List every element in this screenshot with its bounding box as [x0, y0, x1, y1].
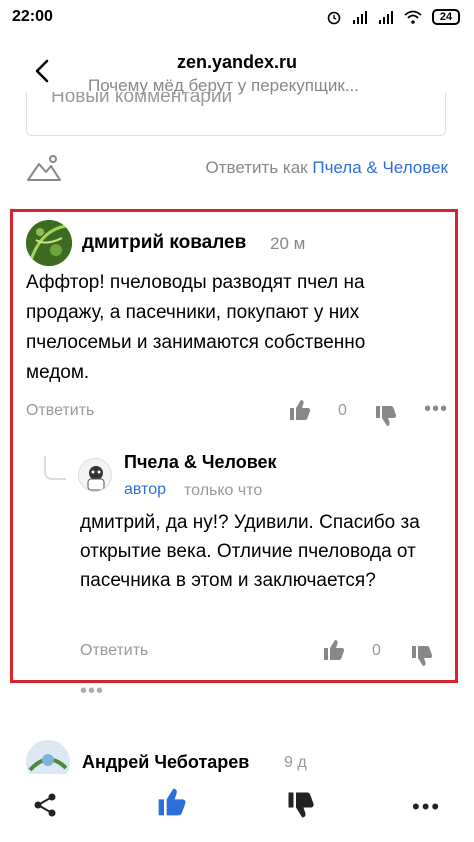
article-dislike-button[interactable]	[286, 790, 316, 820]
comment-text: Аффтор! пчеловоды разводят пчел на прода…	[26, 272, 366, 383]
dislike-button[interactable]	[374, 404, 398, 428]
share-button[interactable]	[32, 792, 58, 818]
reply-button[interactable]: Ответить	[80, 642, 148, 660]
wifi-icon	[404, 10, 422, 24]
battery-icon: 24	[432, 9, 460, 25]
like-count: 0	[372, 642, 381, 659]
new-comment-placeholder: Новый комментарий	[51, 92, 233, 107]
thumbs-up-icon	[158, 788, 186, 816]
thumbs-up-icon	[290, 400, 311, 420]
page-url: zen.yandex.ru	[176, 52, 298, 72]
like-button[interactable]	[288, 398, 312, 422]
reply-as: Ответить как Пчела & Человек	[206, 158, 448, 178]
more-replies-button[interactable]: •••	[80, 680, 104, 703]
status-time: 22:00	[12, 8, 53, 25]
avatar[interactable]	[78, 458, 112, 492]
signal-icon	[352, 10, 368, 24]
thumbs-down-icon	[412, 646, 433, 666]
avatar[interactable]	[26, 220, 72, 266]
comment-time: 20 м	[270, 234, 306, 253]
thumbs-down-icon	[376, 406, 397, 426]
user-avatar-placeholder-icon	[26, 152, 62, 184]
reply-button[interactable]: Ответить	[26, 402, 94, 420]
like-count: 0	[338, 402, 347, 419]
author-badge: автор	[124, 481, 166, 498]
comment-author[interactable]: Андрей Чеботарев	[82, 752, 249, 773]
signal-icon-2	[378, 10, 394, 24]
comment-author[interactable]: дмитрий ковалев	[82, 232, 246, 254]
alarm-icon	[326, 9, 342, 25]
bottom-toolbar	[0, 774, 474, 842]
reply-author[interactable]: Пчела & Человек	[124, 452, 277, 473]
toolbar-more-button[interactable]: •••	[412, 794, 441, 820]
thread-connector	[44, 456, 66, 480]
thumbs-down-icon	[288, 792, 314, 818]
comment-time: 9 д	[284, 754, 307, 771]
reply-as-name[interactable]: Пчела & Человек	[312, 158, 448, 177]
reply-text: дмитрий, да ну!? Удивили. Спасибо за отк…	[80, 512, 420, 591]
new-comment-input[interactable]: Новый комментарий	[26, 92, 446, 136]
status-bar: 22:00 24	[0, 0, 474, 34]
dislike-button[interactable]	[410, 644, 434, 668]
comment-more-button[interactable]: •••	[424, 398, 448, 421]
reply-time: только что	[184, 482, 263, 499]
article-like-button[interactable]	[156, 786, 188, 818]
share-icon	[34, 793, 56, 817]
status-icons: 24	[326, 8, 460, 26]
thumbs-up-icon	[324, 640, 345, 660]
like-button[interactable]	[322, 638, 346, 662]
reply-as-prefix: Ответить как	[205, 158, 313, 177]
